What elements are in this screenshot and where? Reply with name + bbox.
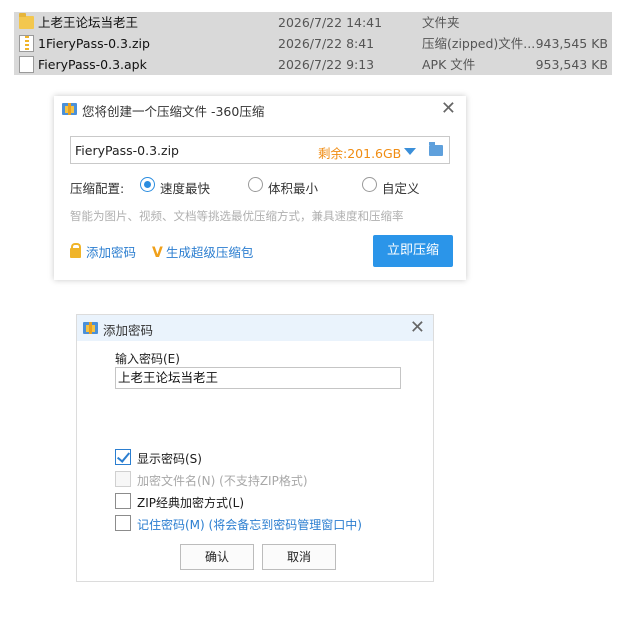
add-password-link[interactable]: 添加密码	[70, 242, 136, 261]
checkbox-icon	[115, 449, 131, 465]
checkbox-label: 显示密码(S)	[137, 452, 202, 466]
file-name: 上老王论坛当老王	[38, 15, 139, 30]
app-logo-icon	[62, 103, 77, 115]
dialog-title: 您将创建一个压缩文件 -360压缩	[82, 104, 265, 119]
vip-v-icon: V	[152, 245, 163, 261]
password-label: 输入密码(E)	[115, 352, 180, 366]
compress-dialog: 您将创建一个压缩文件 -360压缩 ✕ FieryPass-0.3.zip 剩余…	[54, 96, 466, 280]
password-input[interactable]: 上老王论坛当老王	[115, 367, 401, 389]
file-size: 943,545 KB	[535, 36, 608, 51]
radio-label: 体积最小	[268, 181, 319, 196]
file-row-folder[interactable]: 上老王论坛当老王 2026/7/22 14:41 文件夹	[14, 12, 612, 33]
radio-icon	[362, 177, 377, 192]
checkbox-label: 记住密码(M) (将会备忘到密码管理窗口中)	[137, 518, 362, 532]
folder-browse-icon[interactable]	[429, 142, 443, 156]
zip-file-icon	[19, 35, 34, 52]
checkbox-label: ZIP经典加密方式(L)	[137, 496, 245, 510]
dialog-title-bar[interactable]: 您将创建一个压缩文件 -360压缩 ✕	[54, 96, 466, 122]
checkbox-icon	[115, 515, 131, 531]
file-name: FieryPass-0.3.apk	[38, 57, 147, 72]
file-type: APK 文件	[422, 57, 476, 72]
dialog-title: 添加密码	[103, 323, 154, 338]
file-size: 953,543 KB	[535, 57, 608, 72]
dialog-title-bar[interactable]: 添加密码 ✕	[77, 315, 433, 341]
add-password-label: 添加密码	[86, 245, 137, 260]
compression-config-label: 压缩配置:	[70, 181, 125, 196]
encrypt-filenames-checkbox: 加密文件名(N) (不支持ZIP格式)	[115, 470, 415, 488]
radio-icon	[140, 177, 155, 192]
radio-label: 速度最快	[160, 181, 211, 196]
file-name: 1FieryPass-0.3.zip	[38, 36, 150, 51]
cancel-button[interactable]: 取消	[262, 544, 336, 570]
show-password-checkbox[interactable]: 显示密码(S)	[115, 448, 415, 466]
checkbox-label: 加密文件名(N) (不支持ZIP格式)	[137, 474, 308, 488]
super-pack-link[interactable]: V 生成超级压缩包	[152, 242, 253, 261]
zip-classic-encryption-checkbox[interactable]: ZIP经典加密方式(L)	[115, 492, 415, 510]
smart-compress-hint: 智能为图片、视频、文档等挑选最优压缩方式，兼具速度和压缩率	[70, 209, 404, 223]
file-list: 上老王论坛当老王 2026/7/22 14:41 文件夹 1FieryPass-…	[14, 12, 612, 75]
ok-button[interactable]: 确认	[180, 544, 254, 570]
lock-icon	[70, 243, 81, 258]
radio-smallest[interactable]: 体积最小	[248, 176, 358, 196]
radio-icon	[248, 177, 263, 192]
checkbox-icon	[115, 493, 131, 509]
close-icon[interactable]: ✕	[410, 317, 425, 338]
archive-name-value[interactable]: FieryPass-0.3.zip	[75, 143, 179, 158]
radio-fastest[interactable]: 速度最快	[140, 176, 250, 196]
archive-name-field[interactable]: FieryPass-0.3.zip 剩余:201.6GB	[70, 136, 450, 164]
file-icon	[19, 56, 34, 73]
file-date: 2026/7/22 9:13	[278, 57, 375, 72]
file-date: 2026/7/22 8:41	[278, 36, 375, 51]
free-space-label: 剩余:201.6GB	[318, 146, 402, 161]
desktop-screen: 上老王论坛当老王 2026/7/22 14:41 文件夹 1FieryPass-…	[0, 0, 620, 636]
radio-label: 自定义	[382, 181, 420, 196]
compress-now-button[interactable]: 立即压缩	[373, 235, 453, 267]
radio-custom[interactable]: 自定义	[362, 176, 472, 196]
chevron-down-icon[interactable]	[404, 148, 416, 155]
add-password-dialog: 添加密码 ✕ 输入密码(E) 上老王论坛当老王 显示密码(S) 加密文件名(N)…	[76, 314, 434, 582]
super-pack-label: 生成超级压缩包	[165, 245, 254, 260]
close-icon[interactable]: ✕	[441, 98, 456, 119]
file-row-zip[interactable]: 1FieryPass-0.3.zip 2026/7/22 8:41 压缩(zip…	[14, 33, 612, 54]
checkbox-icon	[115, 471, 131, 487]
file-row-apk[interactable]: FieryPass-0.3.apk 2026/7/22 9:13 APK 文件 …	[14, 54, 612, 75]
file-date: 2026/7/22 14:41	[278, 15, 383, 30]
app-logo-icon	[83, 322, 98, 334]
remember-password-checkbox[interactable]: 记住密码(M) (将会备忘到密码管理窗口中)	[115, 514, 415, 532]
file-type: 压缩(zipped)文件...	[422, 36, 536, 51]
file-type: 文件夹	[422, 15, 460, 30]
folder-icon	[19, 13, 34, 29]
